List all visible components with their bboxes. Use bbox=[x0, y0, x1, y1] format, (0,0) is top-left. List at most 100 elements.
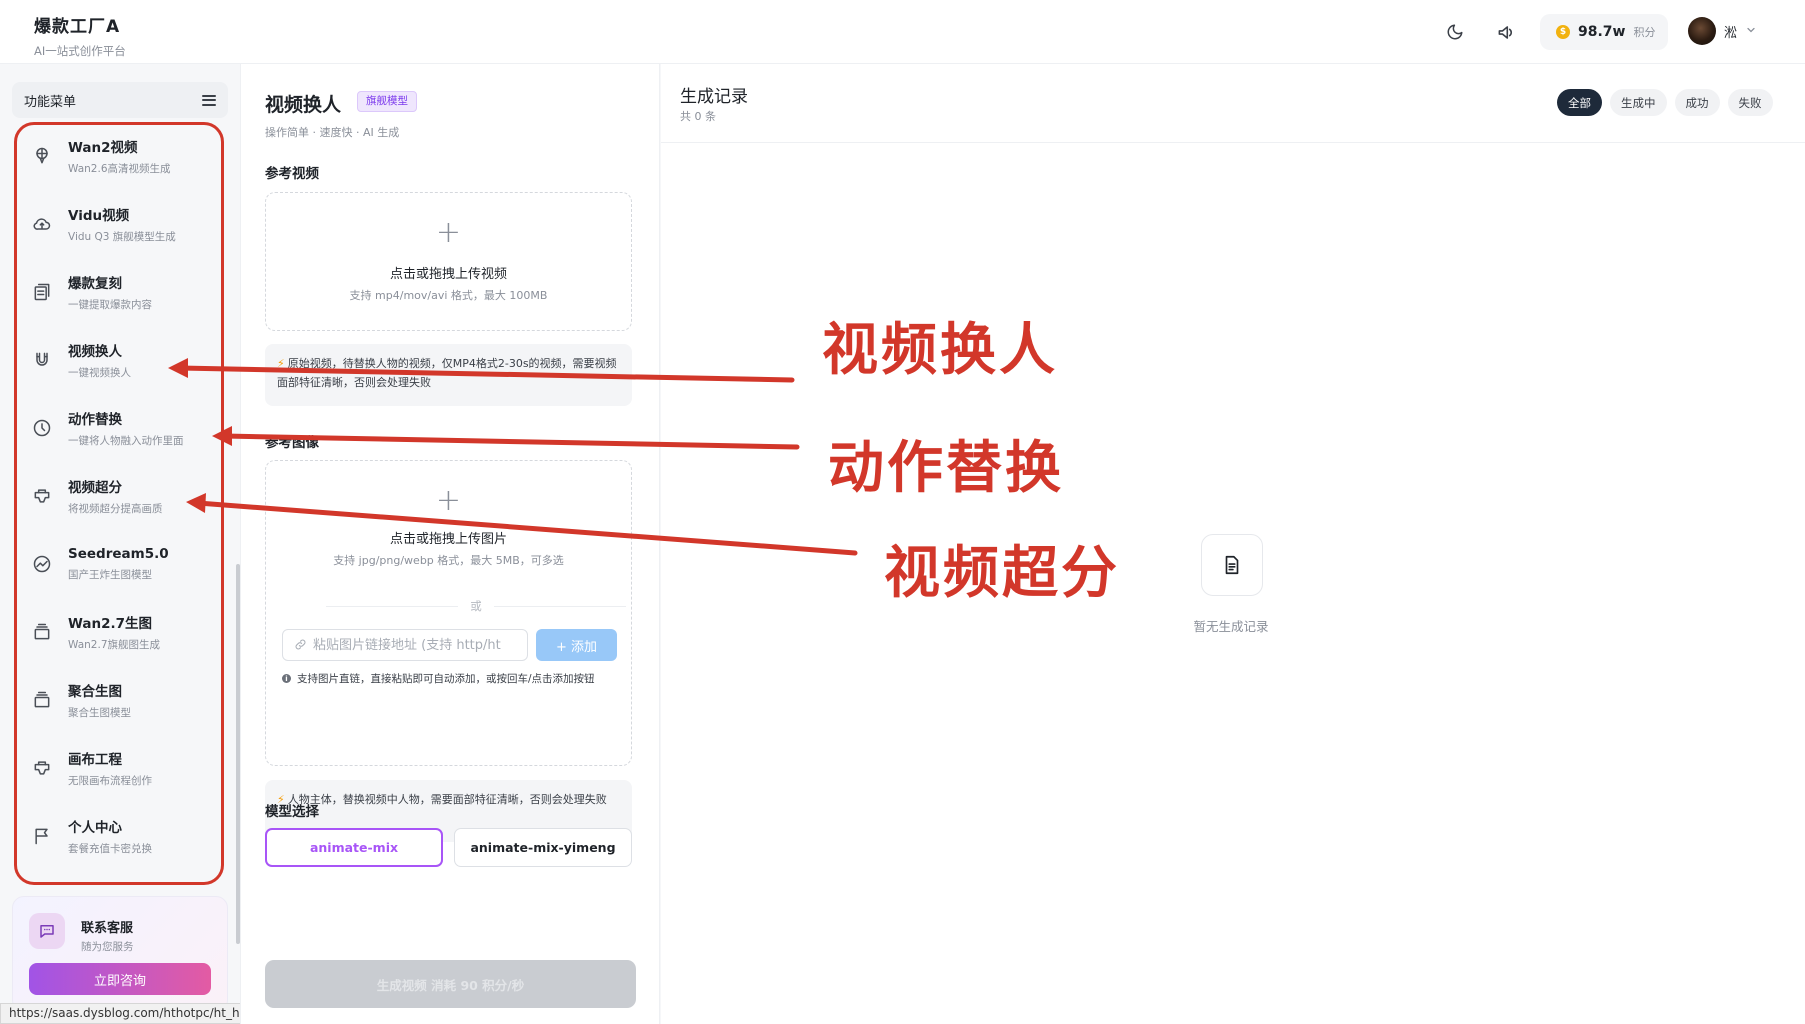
layers-icon bbox=[30, 688, 54, 712]
model-option-animate-mix-yimeng[interactable]: animate-mix-yimeng bbox=[454, 828, 632, 867]
sidebar-item-description: 套餐充值卡密兑换 bbox=[68, 843, 152, 855]
filter-generating[interactable]: 生成中 bbox=[1610, 89, 1667, 116]
url-info: i 支持图片直链，直接粘贴即可自动添加，或按回车/点击添加按钮 bbox=[282, 671, 595, 686]
consult-now-button[interactable]: 立即咨询 bbox=[29, 963, 211, 995]
sidebar-item-text: 动作替换 一键将人物融入动作里面 bbox=[68, 408, 184, 448]
ref-image-label: 参考图像 bbox=[265, 435, 319, 451]
image-upload-dropzone[interactable]: + 点击或拖拽上传图片 支持 jpg/png/webp 格式，最大 5MB，可多… bbox=[265, 460, 632, 766]
sidebar-item-text: 爆款复刻一键提取爆款内容 bbox=[68, 272, 152, 312]
video-hint: ⚡ 原始视频，待替换人物的视频，仅MP4格式2-30s的视频，需要视频面部特征清晰… bbox=[265, 344, 632, 406]
sidebar-item-text: Vidu视频 Vidu Q3 旗舰模型生成 bbox=[68, 204, 176, 244]
sidebar-item-description: Wan2.6高清视频生成 bbox=[68, 163, 171, 175]
avatar[interactable] bbox=[1688, 17, 1716, 45]
sidebar-item-seedream[interactable]: Seedream5.0 国产王炸生图模型 bbox=[22, 530, 222, 598]
model-badge: 旗舰模型 bbox=[357, 91, 417, 112]
sidebar-item-label: Wan2视频 bbox=[68, 140, 138, 156]
records-count: 共 0 条 bbox=[680, 110, 716, 123]
user-menu[interactable]: 淞 bbox=[1688, 17, 1757, 45]
tag-icon bbox=[30, 484, 54, 508]
coin-icon: $ bbox=[1556, 25, 1570, 39]
contact-card: 联系客服 随为您服务 立即咨询 bbox=[12, 896, 228, 1012]
filter-all[interactable]: 全部 bbox=[1557, 89, 1602, 116]
sidebar-item-label: 爆款复刻 bbox=[68, 276, 122, 292]
video-upload-hint: 支持 mp4/mov/avi 格式，最大 100MB bbox=[349, 289, 548, 302]
sidebar-item-description: 无限画布流程创作 bbox=[68, 775, 152, 787]
flag-icon bbox=[30, 824, 54, 848]
chat-icon bbox=[29, 913, 65, 949]
magnet-icon bbox=[30, 348, 54, 372]
sidebar-item-label: 动作替换 bbox=[68, 412, 122, 428]
or-text: 或 bbox=[470, 599, 482, 613]
points-unit: 积分 bbox=[1633, 26, 1656, 39]
filter-success[interactable]: 成功 bbox=[1674, 89, 1720, 116]
video-hint-text: 原始视频，待替换人物的视频，仅MP4格式2-30s的视频，需要视频面部特征清晰，… bbox=[277, 357, 617, 389]
sidebar-item-text: Wan2.7生图 Wan2.7旗舰图生成 bbox=[68, 612, 160, 652]
menu-header: 功能菜单 bbox=[12, 82, 228, 118]
page-subtitle: 操作简单 · 速度快 · AI 生成 bbox=[265, 126, 400, 139]
filter-failed[interactable]: 失败 bbox=[1727, 89, 1773, 116]
annotation-label-motion-swap: 动作替换 bbox=[828, 436, 1064, 501]
ref-video-label: 参考视频 bbox=[265, 166, 319, 182]
layers-icon bbox=[30, 620, 54, 644]
annotation-label-video-swap: 视频换人 bbox=[822, 318, 1058, 383]
chevron-down-icon[interactable] bbox=[1745, 24, 1757, 39]
sidebar-item-description: 一键提取爆款内容 bbox=[68, 299, 152, 311]
sidebar-item-description: Vidu Q3 旗舰模型生成 bbox=[68, 231, 176, 243]
brand[interactable]: 爆款工厂A AI一站式创作平台 bbox=[34, 12, 126, 59]
image-url-input[interactable] bbox=[282, 629, 528, 661]
sidebar-item-text: 聚合生图 聚合生图模型 bbox=[68, 680, 131, 720]
info-icon: i bbox=[282, 674, 291, 683]
chart-icon bbox=[30, 552, 54, 576]
image-upload-hint: 支持 jpg/png/webp 格式，最大 5MB，可多选 bbox=[333, 554, 564, 567]
sidebar-item-viral-replicate[interactable]: 爆款复刻一键提取爆款内容 bbox=[22, 258, 222, 326]
sidebar-item-description: 一键视频换人 bbox=[68, 367, 131, 379]
sidebar-item-label: Seedream5.0 bbox=[68, 546, 169, 562]
sidebar-item-wan2-video[interactable]: Wan2视频 Wan2.6高清视频生成 bbox=[22, 122, 222, 190]
empty-state-text: 暂无生成记录 bbox=[1193, 619, 1269, 634]
sidebar-item-label: 画布工程 bbox=[68, 752, 122, 768]
sidebar-item-label: 个人中心 bbox=[68, 820, 122, 836]
records-panel: 生成记录 共 0 条 全部 生成中 成功 失败 暂无生成记录 bbox=[661, 64, 1805, 1024]
sidebar-item-text: 画布工程无限画布流程创作 bbox=[68, 748, 152, 788]
add-url-button[interactable]: + 添加 bbox=[536, 629, 617, 661]
sidebar-item-canvas-project[interactable]: 画布工程无限画布流程创作 bbox=[22, 734, 222, 802]
page-title: 视频换人 bbox=[265, 94, 342, 116]
image-hint-text: 人物主体，替换视频中人物，需要面部特征清晰，否则会处理失败 bbox=[287, 793, 607, 806]
sidebar-item-motion-swap[interactable]: 动作替换 一键将人物融入动作里面 bbox=[22, 394, 222, 462]
clock-icon bbox=[30, 416, 54, 440]
sidebar-item-video-face-swap[interactable]: 视频换人一键视频换人 bbox=[22, 326, 222, 394]
megaphone-icon[interactable] bbox=[1494, 20, 1518, 44]
moon-icon[interactable] bbox=[1443, 20, 1467, 44]
link-icon bbox=[294, 638, 307, 655]
balloon-icon bbox=[30, 144, 54, 168]
sidebar-item-wan27-image[interactable]: Wan2.7生图 Wan2.7旗舰图生成 bbox=[22, 598, 222, 666]
records-header: 生成记录 共 0 条 全部 生成中 成功 失败 bbox=[661, 64, 1805, 143]
plus-icon: + bbox=[435, 215, 462, 250]
sidebar-item-text: 个人中心套餐充值卡密兑换 bbox=[68, 816, 152, 856]
sidebar-item-aggregate-image[interactable]: 聚合生图 聚合生图模型 bbox=[22, 666, 222, 734]
points-balance[interactable]: $ 98.7w 积分 bbox=[1540, 14, 1668, 50]
contact-title: 联系客服 bbox=[81, 921, 134, 936]
model-option-animate-mix[interactable]: animate-mix bbox=[265, 828, 443, 867]
sidebar-item-label: 视频换人 bbox=[68, 344, 122, 360]
sidebar-item-video-upscale[interactable]: 视频超分 将视频超分提高画质 bbox=[22, 462, 222, 530]
copy-icon bbox=[30, 280, 54, 304]
sidebar-item-label: 聚合生图 bbox=[68, 684, 122, 700]
points-value: 98.7w bbox=[1578, 24, 1626, 40]
sidebar-item-text: 视频超分 将视频超分提高画质 bbox=[68, 476, 163, 516]
generate-video-button[interactable]: 生成视频 消耗 90 积分/秒 bbox=[265, 960, 636, 1008]
plus-icon: + bbox=[435, 483, 462, 518]
video-upload-dropzone[interactable]: + 点击或拖拽上传视频 支持 mp4/mov/avi 格式，最大 100MB bbox=[265, 192, 632, 331]
sidebar-item-description: 国产王炸生图模型 bbox=[68, 569, 152, 581]
menu-toggle-icon[interactable] bbox=[202, 94, 216, 106]
top-bar: 爆款工厂A AI一站式创作平台 $ 98.7w 积分 淞 bbox=[0, 0, 1805, 64]
bolt-icon: ⚡ bbox=[277, 357, 285, 370]
sidebar-item-text: 视频换人一键视频换人 bbox=[68, 340, 131, 380]
video-upload-text: 点击或拖拽上传视频 bbox=[389, 267, 507, 282]
menu-list: Wan2视频 Wan2.6高清视频生成 Vidu视频 Vidu Q3 旗舰模型生成 爆款… bbox=[22, 122, 222, 870]
document-icon bbox=[1201, 534, 1263, 596]
record-filters: 全部 生成中 成功 失败 bbox=[1557, 89, 1773, 116]
url-info-text: 支持图片直链，直接粘贴即可自动添加，或按回车/点击添加按钮 bbox=[297, 673, 595, 685]
sidebar-item-vidu-video[interactable]: Vidu视频 Vidu Q3 旗舰模型生成 bbox=[22, 190, 222, 258]
sidebar-item-personal-center[interactable]: 个人中心套餐充值卡密兑换 bbox=[22, 802, 222, 870]
